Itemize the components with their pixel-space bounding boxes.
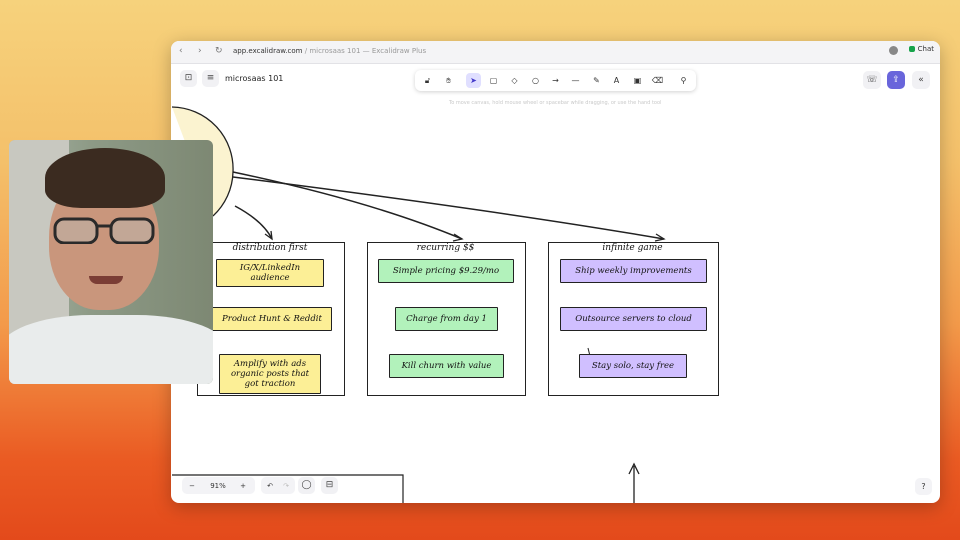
redo-icon[interactable]: ↷ — [280, 480, 292, 493]
undo-redo-controls: ↶ ↷ — [261, 477, 295, 494]
lock-icon[interactable]: 🔓︎ — [420, 73, 435, 88]
draw-icon[interactable]: ✎ — [589, 73, 604, 88]
rectangle-icon[interactable]: ▢ — [486, 73, 501, 88]
frame-title-recurring: recurring $$ — [416, 243, 475, 253]
webcam-person-hair — [45, 148, 165, 208]
note-amplify-ads[interactable]: Amplify with ads organic posts that got … — [219, 354, 321, 394]
hand-icon[interactable]: ✋︎ — [441, 73, 456, 88]
arrow-to-distribution — [234, 205, 273, 240]
zoom-out-icon[interactable]: − — [186, 480, 198, 493]
footer-controls: − 91% + ↶ ↷ ◯ ⊟ — [182, 477, 338, 494]
zoom-level[interactable]: 91% — [202, 480, 234, 493]
zoom-controls: − 91% + — [182, 477, 255, 494]
frame-title-infinite-game: infinite game — [602, 243, 663, 253]
arrow-icon[interactable]: → — [548, 73, 563, 88]
note-ig-x-linkedin[interactable]: IG/X/LinkedIn audience — [216, 259, 324, 287]
webcam-overlay — [9, 140, 213, 384]
webcam-person-shirt — [9, 315, 213, 384]
presentation-icon[interactable]: ⊟ — [321, 477, 338, 494]
text-icon[interactable]: A — [609, 73, 624, 88]
frame-title-distribution: distribution first — [232, 243, 308, 253]
collab-icon[interactable]: ☏ — [863, 71, 881, 89]
share-button[interactable]: ⇪ — [887, 71, 905, 89]
eraser-icon[interactable]: ⌫ — [650, 73, 665, 88]
library-icon[interactable]: ⊡ — [180, 70, 197, 87]
diamond-icon[interactable]: ◇ — [507, 73, 522, 88]
selection-icon[interactable]: ➤ — [466, 73, 481, 88]
note-outsource-servers[interactable]: Outsource servers to cloud — [560, 307, 707, 331]
undo-icon[interactable]: ↶ — [264, 480, 276, 493]
webcam-person-glasses — [53, 217, 155, 244]
browser-window: ‹ › ↻ app.excalidraw.com / microsaas 101… — [171, 41, 940, 503]
comment-icon[interactable]: ◯ — [298, 477, 315, 494]
note-stay-solo[interactable]: Stay solo, stay free — [579, 354, 687, 378]
tools-toolbar: 🔓︎ ✋︎ ➤ ▢ ◇ ○ → — ✎ A ▣ ⌫ ⚲ — [415, 70, 696, 91]
more-tools-icon[interactable]: ⚲ — [676, 73, 691, 88]
zoom-in-icon[interactable]: + — [237, 480, 249, 493]
menu-icon[interactable]: ≡ — [202, 70, 219, 87]
ellipse-icon[interactable]: ○ — [528, 73, 543, 88]
document-title: microsaas 101 — [225, 74, 284, 83]
line-icon[interactable]: — — [568, 73, 583, 88]
sidebar-toggle-icon[interactable]: « — [912, 71, 930, 89]
note-ship-weekly[interactable]: Ship weekly improvements — [560, 259, 707, 283]
note-charge-day-one[interactable]: Charge from day 1 — [395, 307, 498, 331]
note-kill-churn[interactable]: Kill churn with value — [389, 354, 504, 378]
help-icon[interactable]: ? — [915, 478, 932, 495]
canvas-hint: To move canvas, hold mouse wheel or spac… — [449, 100, 662, 106]
note-product-hunt[interactable]: Product Hunt & Reddit — [212, 307, 332, 331]
webcam-person-mouth — [89, 276, 123, 284]
note-simple-pricing[interactable]: Simple pricing $9.29/mo — [378, 259, 514, 283]
image-icon[interactable]: ▣ — [630, 73, 645, 88]
